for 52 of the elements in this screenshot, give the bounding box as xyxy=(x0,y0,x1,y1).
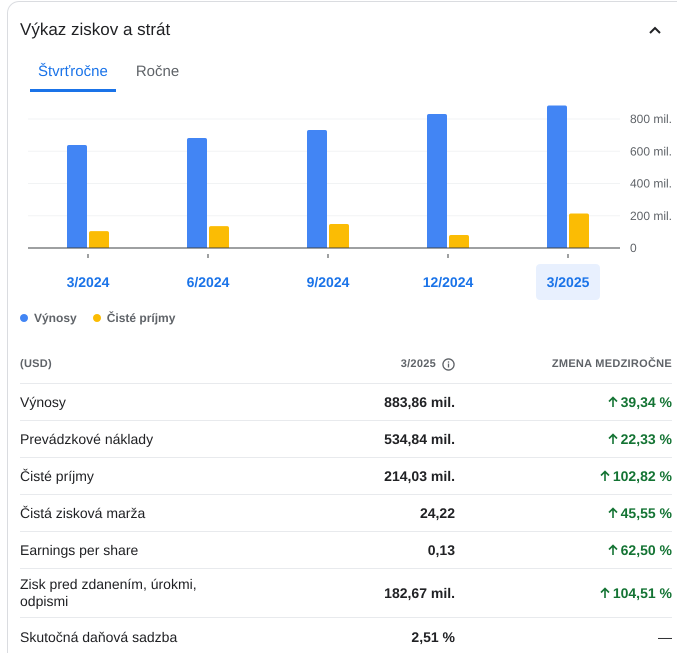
period-button[interactable]: 3/2024 xyxy=(56,264,120,300)
period-tab[interactable]: Ročne xyxy=(124,56,192,92)
row-value: 214,03 mil. xyxy=(383,466,455,486)
row-value: 0,13 xyxy=(426,540,455,560)
change-value: 62,50 % xyxy=(455,540,672,560)
card-title: Výkaz ziskov a strát xyxy=(20,18,170,41)
axis-label: 600 mil. xyxy=(630,144,672,158)
change-value: — xyxy=(657,628,672,646)
period-button[interactable]: 12/2024 xyxy=(416,264,480,300)
change-value: 22,33 % xyxy=(455,428,672,450)
period-tab[interactable]: Štvrťročne xyxy=(30,56,116,92)
change-value: 39,34 % xyxy=(455,392,672,412)
row-label: Earnings per share xyxy=(20,542,140,558)
axis-label: 800 mil. xyxy=(630,112,672,126)
legend-label: Výnosy xyxy=(34,310,77,327)
arrow-up-icon xyxy=(600,470,610,482)
column-header: 3/2025 xyxy=(400,357,436,372)
info-icon xyxy=(442,358,455,371)
period-button[interactable]: 6/2024 xyxy=(176,264,240,300)
change-value: 102,82 % xyxy=(455,466,672,486)
arrow-up-icon xyxy=(608,544,618,556)
legend-label: Čisté príjmy xyxy=(106,310,176,327)
row-value: 2,51 % xyxy=(410,628,455,646)
arrow-up-icon xyxy=(600,587,610,599)
row-label: Skutočná daňová sadzba xyxy=(20,628,178,646)
bar xyxy=(89,231,109,248)
row-label: Čistá zisková marža xyxy=(20,504,146,522)
bar xyxy=(329,224,349,248)
row-value: 182,67 mil. xyxy=(383,584,455,602)
change-value: 45,55 % xyxy=(455,502,672,524)
column-header: ZMENA MEDZIROČNE xyxy=(550,356,672,372)
change-value: 104,51 % xyxy=(455,582,672,604)
axis-label: 200 mil. xyxy=(630,208,672,223)
row-label: Zisk pred zdanením, úrokmi, odpismi xyxy=(20,576,198,610)
row-label: Čisté príjmy xyxy=(20,468,95,484)
row-label: Výnosy xyxy=(20,394,67,410)
arrow-up-icon xyxy=(608,433,618,445)
bar xyxy=(569,214,589,248)
row-value: 24,22 xyxy=(418,504,455,522)
bar xyxy=(209,226,229,248)
bar xyxy=(449,234,469,248)
row-value: 883,86 mil. xyxy=(383,392,455,412)
arrow-up-icon xyxy=(608,507,618,519)
axis-label: 400 mil. xyxy=(630,176,672,190)
arrow-up-icon xyxy=(608,396,618,408)
period-button[interactable]: 9/2024 xyxy=(296,264,360,300)
axis-label: 0 xyxy=(630,241,637,255)
column-header: (USD) xyxy=(20,357,53,372)
row-value: 534,84 mil. xyxy=(383,430,455,448)
chevron-up-icon xyxy=(649,26,661,34)
period-button[interactable]: 3/2025 xyxy=(536,264,600,300)
row-label: Prevádzkové náklady xyxy=(20,430,154,448)
